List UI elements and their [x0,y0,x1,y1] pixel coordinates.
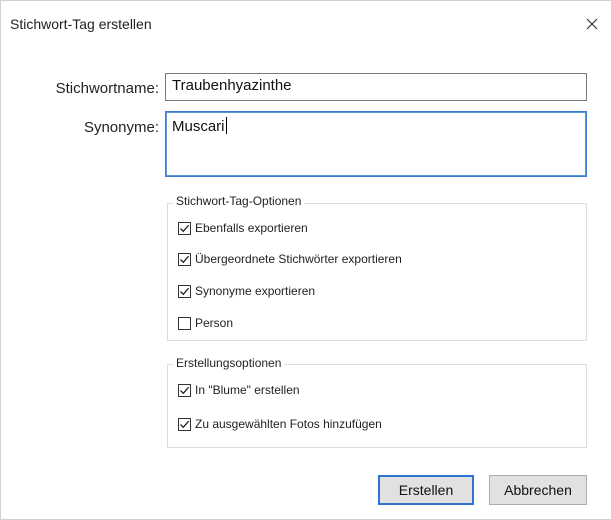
close-icon [586,18,598,30]
keyword-name-value: Traubenhyazinthe [172,77,292,94]
text-caret [225,117,227,134]
checkbox-checked[interactable] [178,284,191,298]
checkbox-person[interactable]: Person [178,314,233,332]
synonyms-value: Muscari [172,118,225,135]
close-button[interactable] [577,9,607,39]
tag-options-legend: Stichwort-Tag-Optionen [173,194,305,208]
create-options-group [167,364,587,448]
checkbox-export-synonyms[interactable]: Synonyme exportieren [178,282,315,300]
cancel-button[interactable]: Abbrechen [489,475,587,505]
keyword-name-label: Stichwortname: [55,80,159,97]
checkbox-label: Synonyme exportieren [195,284,316,298]
checkbox-unchecked[interactable] [178,316,191,330]
create-button[interactable]: Erstellen [378,475,474,505]
checkbox-checked[interactable] [178,252,191,266]
checkbox-export-parents[interactable]: Übergeordnete Stichwörter exportieren [178,250,402,268]
checkbox-checked[interactable] [178,417,191,431]
checkbox-label: Übergeordnete Stichwörter exportieren [195,252,402,266]
create-options-legend: Erstellungsoptionen [173,356,285,370]
checkbox-label: Ebenfalls exportieren [195,221,308,235]
checkbox-checked[interactable] [178,383,191,397]
checkbox-label: Zu ausgewählten Fotos hinzufügen [195,417,382,431]
synonyms-label: Synonyme: [83,119,159,136]
synonyms-input[interactable]: Muscari [165,111,587,177]
title-bar[interactable]: Stichwort-Tag erstellen [1,1,611,45]
keyword-name-input[interactable]: Traubenhyazinthe [165,73,587,101]
checkbox-checked[interactable] [178,221,191,235]
checkbox-label: Person [195,316,234,330]
checkbox-label: In "Blume" erstellen [195,383,300,397]
dialog-title: Stichwort-Tag erstellen [10,16,152,32]
keyword-tag-dialog: Stichwort-Tag erstellen Stichwortname: T… [0,0,612,520]
checkbox-add-to-photos[interactable]: Zu ausgewählten Fotos hinzufügen [178,415,382,433]
checkbox-create-in[interactable]: In "Blume" erstellen [178,381,300,399]
checkbox-export-also[interactable]: Ebenfalls exportieren [178,219,308,237]
